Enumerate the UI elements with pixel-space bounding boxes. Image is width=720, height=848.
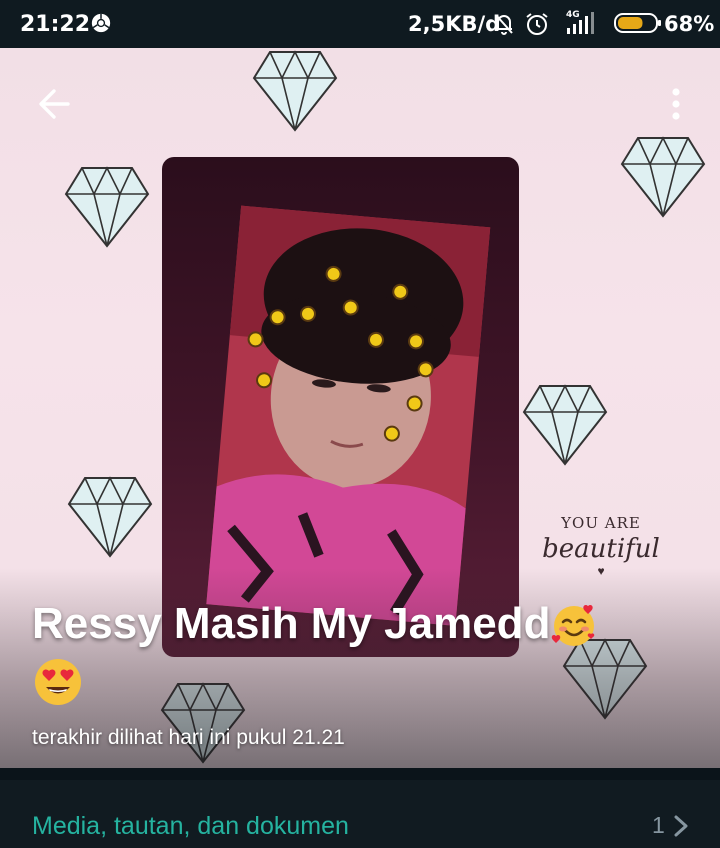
diamond-icon <box>620 136 706 218</box>
more-options-icon[interactable] <box>662 84 690 124</box>
status-time: 21:22 <box>20 12 91 37</box>
contact-name-text: Ressy Masih My Jamedd <box>32 599 551 648</box>
battery-percent: 68% <box>664 12 715 36</box>
contact-name: Ressy Masih My Jamedd <box>32 596 682 708</box>
diamond-icon <box>64 166 150 248</box>
quote-bottom-text: beautiful <box>542 534 660 564</box>
back-arrow-icon[interactable] <box>34 84 74 124</box>
diamond-icon <box>522 384 608 466</box>
chrome-icon <box>91 13 111 33</box>
smiling-face-with-hearts-emoji <box>552 605 595 647</box>
section-divider <box>0 768 720 780</box>
heart-eyes-emoji <box>35 659 81 706</box>
media-links-docs-row[interactable]: Media, tautan, dan dokumen 1 <box>0 780 720 848</box>
do-not-disturb-icon <box>495 14 513 35</box>
media-links-docs-label: Media, tautan, dan dokumen <box>32 812 349 840</box>
diamond-icon <box>252 50 338 132</box>
quote-top-text: YOU ARE <box>561 514 641 532</box>
alarm-icon <box>526 13 548 35</box>
network-speed: 2,5KB/d <box>408 12 501 36</box>
diamond-icon <box>67 476 153 558</box>
status-bar: 21:22 2,5KB/d 4G 68% <box>0 0 720 48</box>
media-count: 1 <box>652 812 665 838</box>
chevron-right-icon <box>674 815 688 837</box>
last-seen-status: terakhir dilihat hari ini pukul 21.21 <box>32 726 345 749</box>
battery-icon <box>614 13 661 33</box>
signal-icon: 4G <box>566 10 594 34</box>
profile-header: YOU ARE beautiful ♥ Ressy Masih My Jamed… <box>0 48 720 768</box>
network-type-label: 4G <box>566 10 580 20</box>
